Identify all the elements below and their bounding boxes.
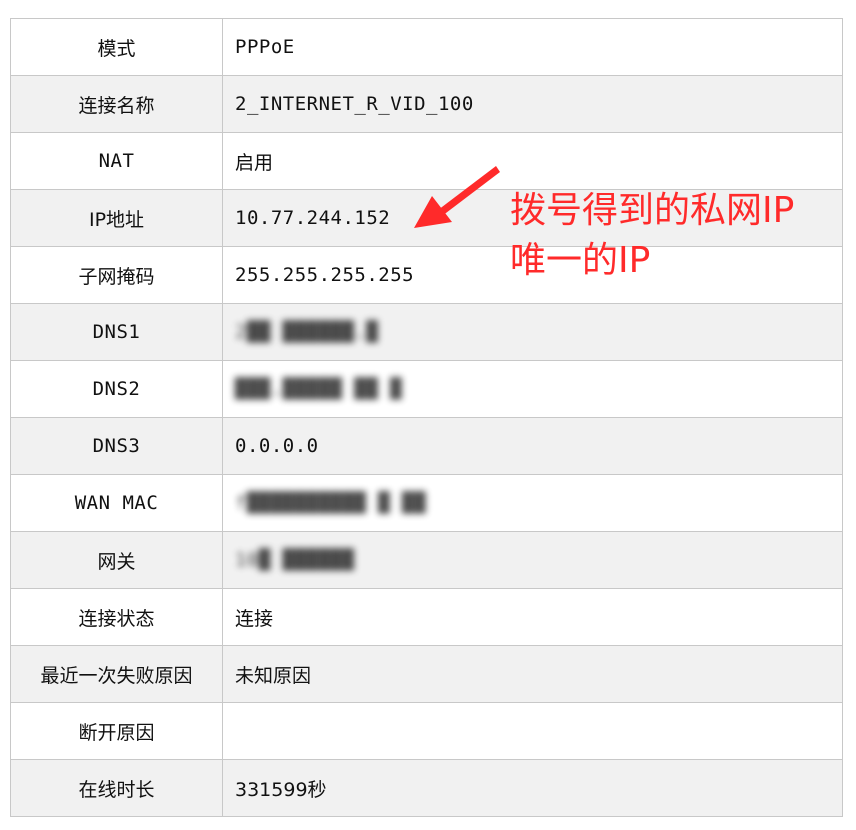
annotation-text: 拨号得到的私网IP 唯一的IP	[510, 186, 794, 286]
row-value-redacted: f██████████ █ ██	[222, 474, 843, 532]
row-value	[222, 702, 843, 760]
row-value-text: 255.255.255.255	[235, 264, 415, 286]
table-row: 连接状态 连接	[10, 588, 843, 646]
table-row: DNS1 2██ ██████.█	[10, 303, 843, 361]
row-value-text: 10.77.244.152	[235, 207, 391, 229]
row-label: 在线时长	[10, 759, 223, 817]
table-row: DNS2 ███.█████ ██ █	[10, 360, 843, 418]
row-value: 连接	[222, 588, 843, 646]
row-label: DNS3	[10, 417, 223, 475]
redacted-blur: 10█ ██████	[235, 549, 355, 571]
redacted-blur: ███.█████ ██ █	[235, 378, 403, 400]
row-value: PPPoE	[222, 18, 843, 76]
row-value: 2_INTERNET_R_VID_100	[222, 75, 843, 133]
annotation-line-2: 唯一的IP	[510, 240, 651, 281]
row-value-redacted: 2██ ██████.█	[222, 303, 843, 361]
row-label: NAT	[10, 132, 223, 190]
row-label: 断开原因	[10, 702, 223, 760]
table-row: 连接名称 2_INTERNET_R_VID_100	[10, 75, 843, 133]
row-label: DNS1	[10, 303, 223, 361]
wan-info-table: 模式 PPPoE 连接名称 2_INTERNET_R_VID_100 NAT 启用 IP地址…	[10, 18, 843, 817]
row-label: 模式	[10, 18, 223, 76]
row-value-text: 连接	[235, 607, 274, 630]
row-value: 0.0.0.0	[222, 417, 843, 475]
row-label: 连接状态	[10, 588, 223, 646]
wan-info-table-body: 模式 PPPoE 连接名称 2_INTERNET_R_VID_100 NAT 启用 IP地址…	[10, 18, 843, 817]
row-label: IP地址	[10, 189, 223, 247]
table-row: 在线时长 331599秒	[10, 759, 843, 817]
row-value-text: 331599秒	[235, 778, 327, 801]
row-value-text: 启用	[235, 151, 274, 174]
row-label: 网关	[10, 531, 223, 589]
row-value: 启用	[222, 132, 843, 190]
table-row: WAN MAC f██████████ █ ██	[10, 474, 843, 532]
table-row: 模式 PPPoE	[10, 18, 843, 76]
row-value-text: 2_INTERNET_R_VID_100	[235, 93, 474, 115]
row-value-redacted: ███.█████ ██ █	[222, 360, 843, 418]
row-label: 最近一次失败原因	[10, 645, 223, 703]
row-value: 331599秒	[222, 759, 843, 817]
row-value-text: 未知原因	[235, 664, 312, 687]
table-row: DNS3 0.0.0.0	[10, 417, 843, 475]
row-label: DNS2	[10, 360, 223, 418]
row-value-redacted: 10█ ██████	[222, 531, 843, 589]
row-label: WAN MAC	[10, 474, 223, 532]
row-label: 子网掩码	[10, 246, 223, 304]
table-row: 断开原因	[10, 702, 843, 760]
row-value: 未知原因	[222, 645, 843, 703]
row-value-text: 0.0.0.0	[235, 435, 319, 457]
row-value-text: PPPoE	[235, 36, 295, 58]
red-arrow-icon	[414, 166, 500, 228]
table-row: 网关 10█ ██████	[10, 531, 843, 589]
redacted-blur: f██████████ █ ██	[235, 492, 427, 514]
annotation-line-1: 拨号得到的私网IP	[510, 190, 795, 231]
row-label: 连接名称	[10, 75, 223, 133]
redacted-blur: 2██ ██████.█	[235, 321, 379, 343]
table-row: 最近一次失败原因 未知原因	[10, 645, 843, 703]
